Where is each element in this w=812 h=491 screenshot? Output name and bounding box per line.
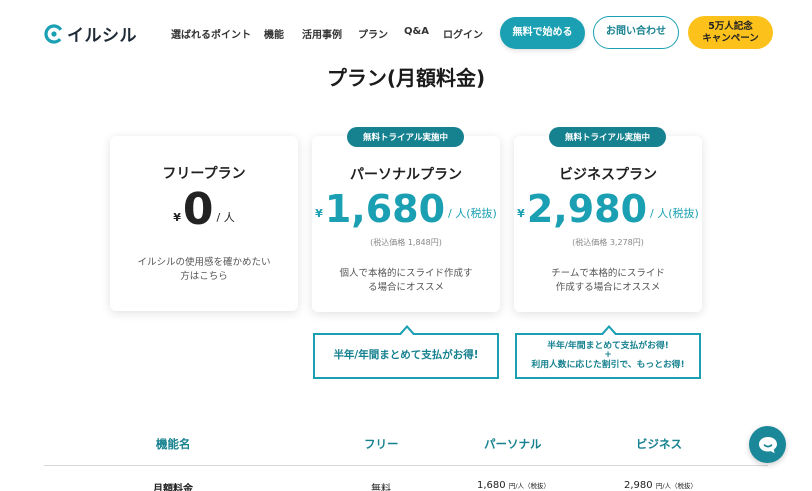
column-header-business: ビジネス (636, 437, 682, 451)
cell-personal-amount: 1,680 (477, 480, 506, 491)
currency-symbol: ¥ (173, 211, 181, 224)
table-divider (44, 465, 768, 466)
callout-text-plus: + (604, 350, 612, 361)
price-amount: 1,680 (324, 187, 446, 231)
site-logo[interactable]: イルシル (44, 21, 137, 46)
column-header-feature: 機能名 (156, 437, 191, 451)
nav-item-plans[interactable]: プラン (358, 26, 388, 41)
cell-personal-unit: 円/人（税抜） (508, 482, 551, 490)
logo-icon (44, 23, 64, 44)
price-amount: 0 (182, 184, 214, 235)
description-line: 個人で本格的にスライド作成す (339, 268, 473, 279)
free-trial-badge-business: 無料トライアル実施中 (549, 127, 666, 147)
plan-name-personal: パーソナルプラン (350, 167, 462, 183)
nav-item-features[interactable]: 機能 (264, 26, 284, 41)
price-unit: / 人(税抜) (650, 207, 699, 220)
price-amount: 2,980 (526, 187, 648, 231)
nav-item-cases[interactable]: 活用事例 (302, 26, 342, 41)
chat-button[interactable] (749, 426, 786, 463)
logo-text: イルシル (67, 26, 137, 46)
currency-symbol: ¥ (315, 207, 323, 220)
plan-name-free: フリープラン (162, 166, 246, 182)
page-title: プラン(月額料金) (326, 66, 486, 90)
column-header-personal: パーソナル (484, 437, 542, 451)
cell-business-amount: 2,980 (624, 480, 653, 491)
campaign-button-line1: 5万人記念 (708, 20, 753, 32)
row-label: 月額料金 (153, 484, 193, 491)
chat-bubble-icon (758, 436, 777, 453)
contact-button[interactable]: お問い合わせ (593, 16, 679, 49)
campaign-button[interactable]: 5万人記念 キャンペーン (688, 16, 773, 49)
currency-symbol: ¥ (517, 207, 525, 220)
description-line: る場合にオススメ (367, 281, 444, 293)
discount-callout-business: 半年/年間まとめて支払がお得! + 利用人数に応じた割引で、もっとお得! (515, 325, 701, 379)
description-line: 作成する場合にオススメ (555, 281, 661, 293)
tax-included-note: (税込価格 1,848円) (370, 238, 442, 247)
price-unit: / 人(税抜) (448, 207, 497, 220)
cell-business: 2,980 円/人（税抜） (624, 480, 697, 491)
plan-description-personal: 個人で本格的にスライド作成す る場合にオススメ (312, 267, 500, 295)
site-header: イルシル 選ばれるポイント 機能 活用事例 プラン Q&A ログイン 無料で始め… (0, 0, 812, 64)
nav-item-reasons[interactable]: 選ばれるポイント (171, 26, 251, 41)
cell-business-unit: 円/人（税抜） (655, 482, 698, 490)
campaign-button-line2: キャンペーン (702, 32, 759, 44)
tax-included-note: (税込価格 3,278円) (572, 238, 644, 247)
free-trial-badge-personal: 無料トライアル実施中 (347, 127, 464, 147)
callout-pointer (398, 325, 416, 336)
price-unit: / 人 (216, 211, 235, 224)
description-line: イルシルの使用感を確かめたい (137, 257, 271, 268)
discount-callout-personal: 半年/年間まとめて支払がお得! (313, 325, 499, 379)
nav-item-qa[interactable]: Q&A (404, 26, 429, 37)
plan-name-business: ビジネスプラン (559, 167, 657, 183)
price-free: ¥ 0 / 人 (110, 188, 298, 232)
column-header-free: フリー (364, 437, 399, 451)
plan-card-personal: パーソナルプラン ¥ 1,680 / 人(税抜) (税込価格 1,848円) 個… (312, 136, 500, 312)
description-line: 方はこちら (180, 270, 228, 282)
price-personal: ¥ 1,680 / 人(税抜) (312, 190, 500, 228)
cell-free: 無料 (371, 484, 391, 491)
plan-card-free: フリープラン ¥ 0 / 人 イルシルの使用感を確かめたい 方はこちら (110, 136, 298, 311)
callout-pointer (600, 325, 618, 336)
plan-card-business: ビジネスプラン ¥ 2,980 / 人(税抜) (税込価格 3,278円) チー… (514, 136, 702, 312)
nav-item-login[interactable]: ログイン (443, 26, 483, 41)
description-line: チームで本格的にスライド (551, 268, 665, 279)
callout-text: 半年/年間まとめて支払がお得! (333, 349, 479, 362)
plan-description-free: イルシルの使用感を確かめたい 方はこちら (110, 256, 298, 284)
plan-description-business: チームで本格的にスライド 作成する場合にオススメ (514, 267, 702, 295)
price-business: ¥ 2,980 / 人(税抜) (514, 190, 702, 228)
start-free-button[interactable]: 無料で始める (500, 17, 585, 49)
cell-personal: 1,680 円/人（税抜） (477, 480, 550, 491)
callout-text-line2: 利用人数に応じた割引で、もっとお得! (531, 359, 685, 370)
